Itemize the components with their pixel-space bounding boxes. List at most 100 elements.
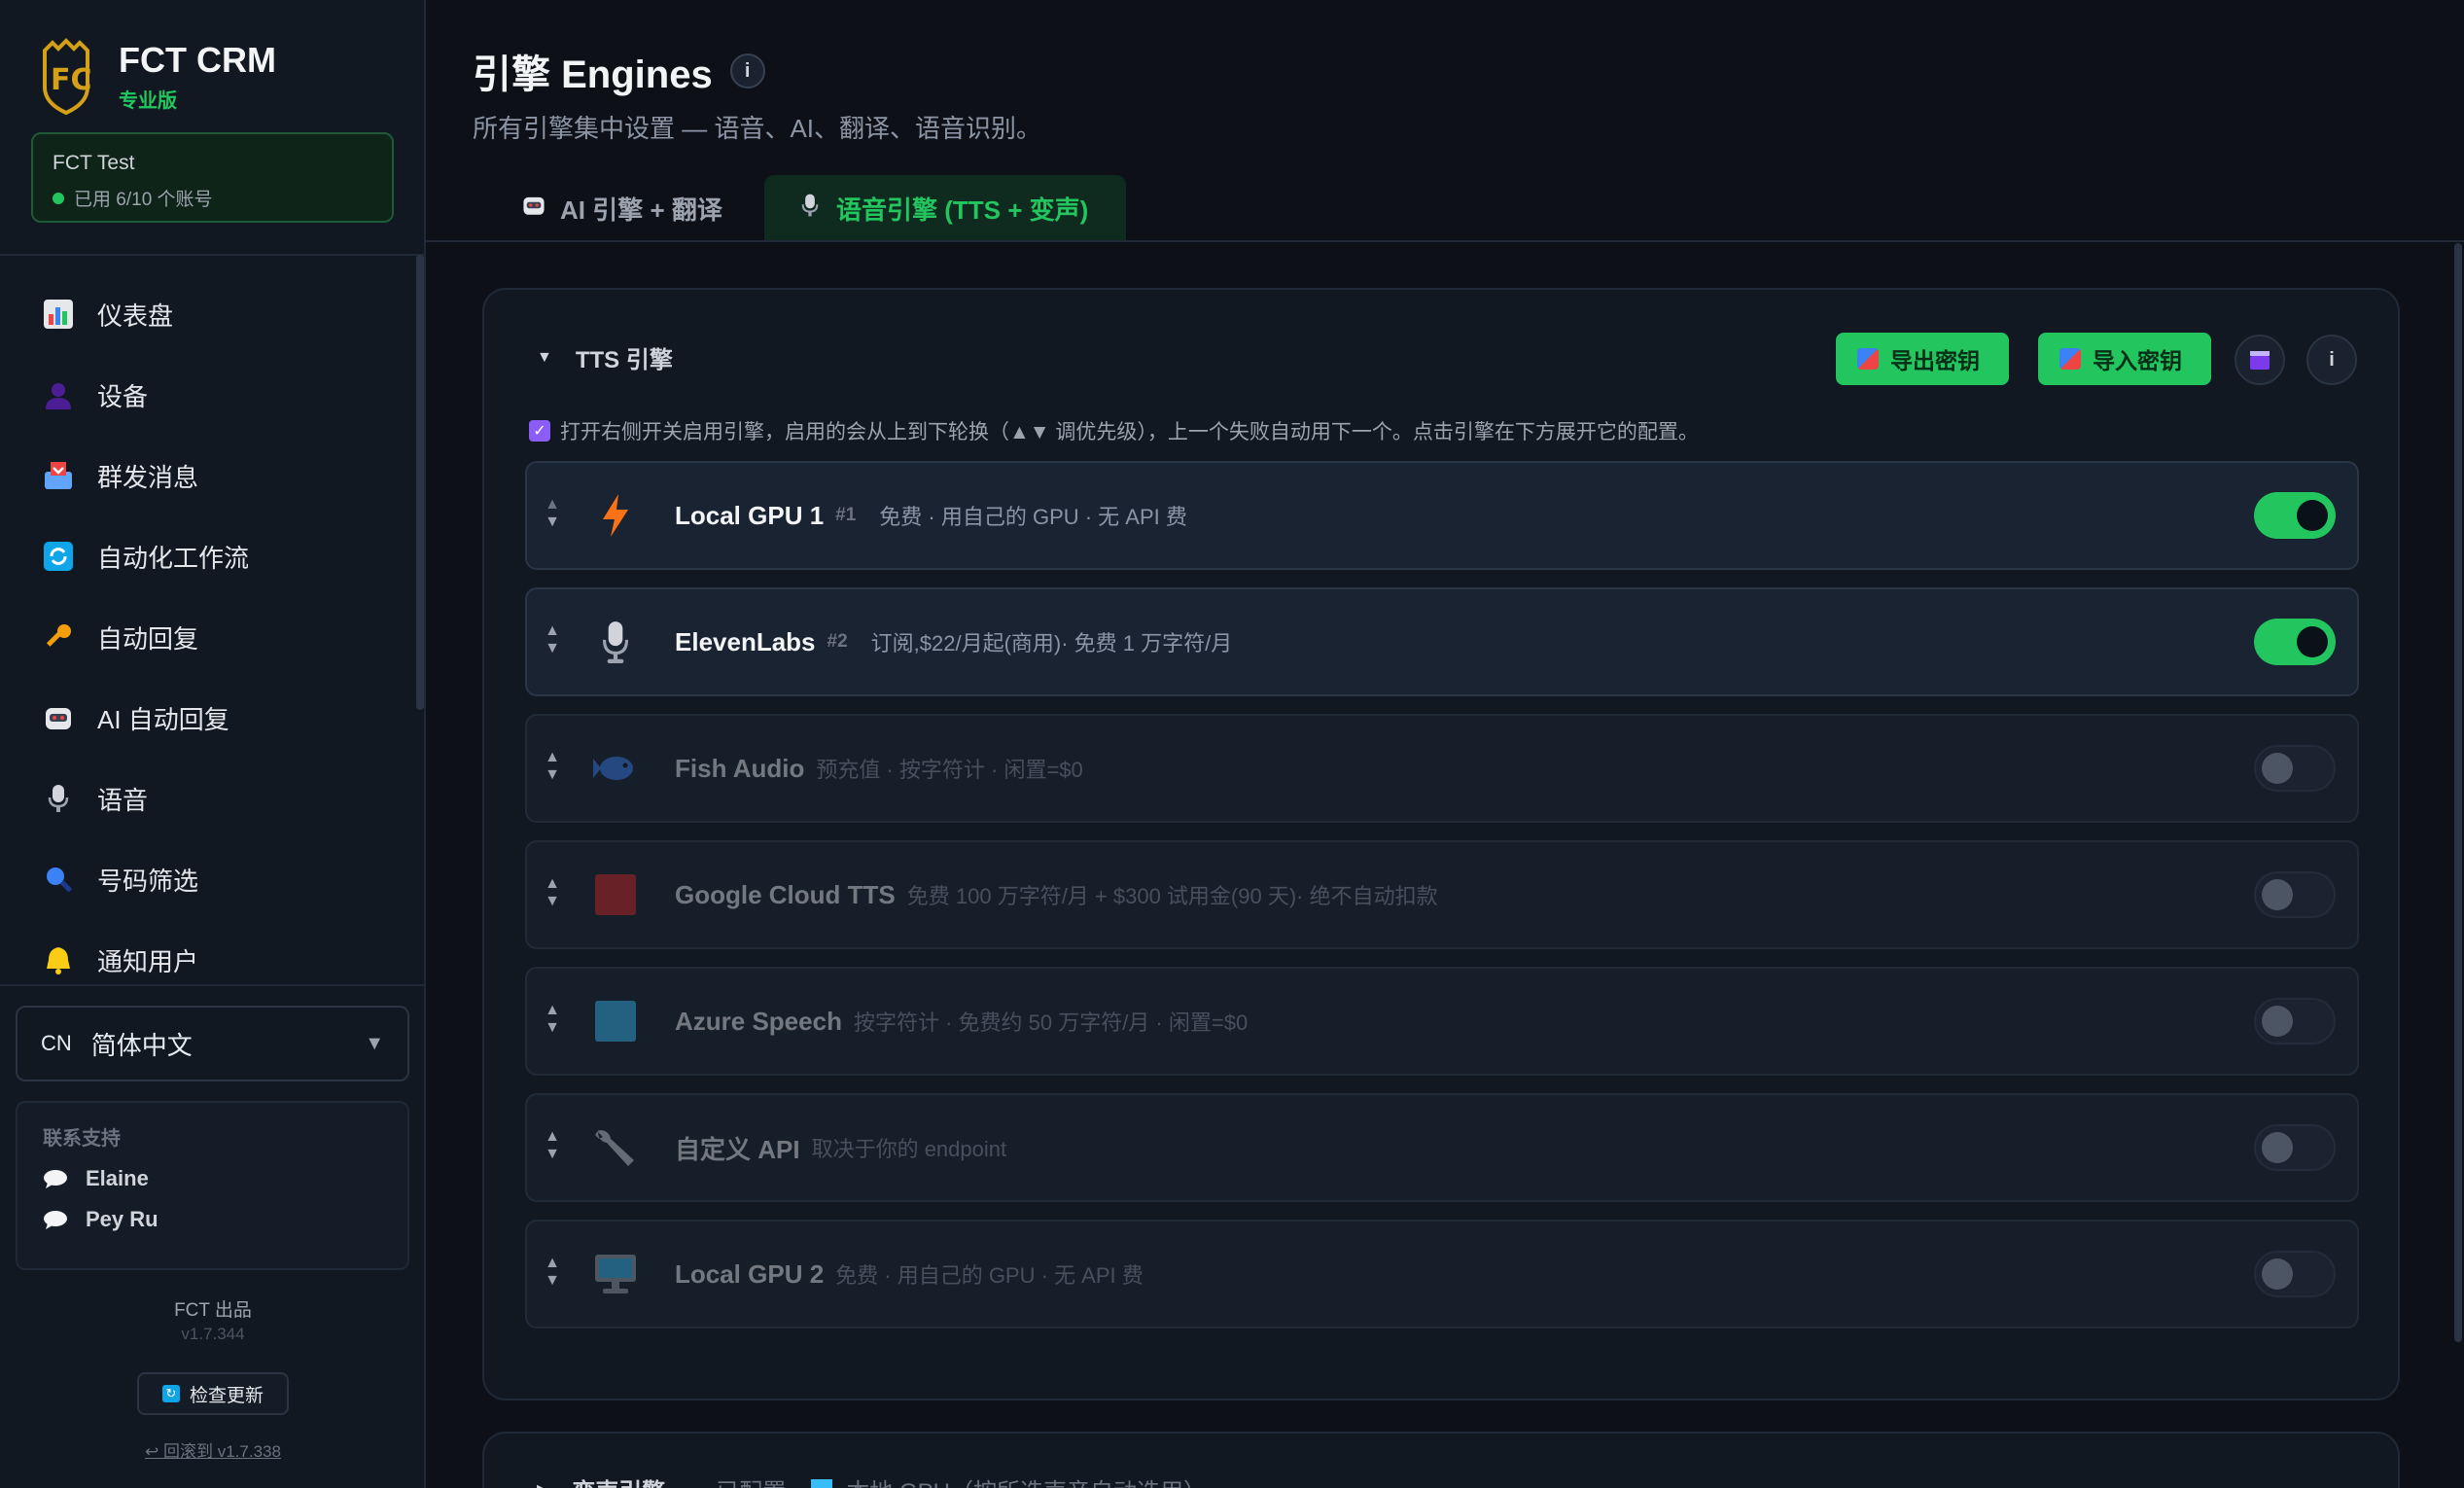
nav-item-devices[interactable]: 设备 [39,371,148,419]
divider [0,984,424,986]
engine-toggle[interactable] [2254,492,2336,539]
engine-row-elevenlabs[interactable]: ▲ ▼ ElevenLabs #2 订阅,$22/月起(商用)· 免费 1 万字符… [525,587,2359,696]
priority-arrows[interactable]: ▲ ▼ [543,1002,562,1037]
arrow-down-icon[interactable]: ▼ [545,1019,560,1037]
chevron-down-icon: ▼ [365,1032,384,1054]
support-contact-name: Pey Ru [86,1207,158,1231]
nav-item-dashboard[interactable]: 仪表盘 [39,290,173,338]
nav-item-number-filter[interactable]: 号码筛选 [39,855,198,903]
info-icon[interactable]: i [729,53,765,89]
brand: FC FCT CRM 专业版 [39,37,276,115]
engine-desc: 免费 · 用自己的 GPU · 无 API 费 [835,1263,1144,1288]
microphone-icon [591,618,640,666]
engine-row-azure-speech[interactable]: ▲ ▼ Azure Speech 按字符计 · 免费约 50 万字符/月 · 闲置… [525,967,2359,1076]
magnifier-icon [39,860,78,899]
engine-row-fish-audio[interactable]: ▲ ▼ Fish Audio 预充值 · 按字符计 · 闲置=$0 [525,714,2359,823]
nav-item-autoreply[interactable]: 自动回复 [39,613,198,661]
voice-changer-title: 变声引擎 [572,1472,665,1488]
chat-bubble-icon [44,1211,67,1229]
tab-ai-engines[interactable]: AI 引擎 + 翻译 [488,175,756,241]
arrow-up-icon[interactable]: ▲ [545,1128,560,1146]
priority-arrows[interactable]: ▲ ▼ [543,1128,562,1163]
svg-text:FC: FC [51,63,92,97]
divider [0,254,424,256]
engine-toggle[interactable] [2254,871,2336,918]
export-icon [1857,348,1879,370]
priority-arrows[interactable]: ▲ ▼ [543,749,562,784]
nav-item-voice[interactable]: 语音 [39,774,148,823]
arrow-down-icon[interactable]: ▼ [545,893,560,910]
shield-logo-icon: FC [43,38,92,115]
engine-toggle[interactable] [2254,745,2336,792]
engine-row-local-gpu-1[interactable]: ▲ ▼ Local GPU 1 #1 免费 · 用自己的 GPU · 无 API … [525,461,2359,570]
arrow-up-icon[interactable]: ▲ [545,496,560,514]
export-keys-label: 导出密钥 [1890,348,1980,373]
caret-right-icon: ▶ [537,1480,548,1488]
engine-row-custom-api[interactable]: ▲ ▼ 自定义 API 取决于你的 endpoint [525,1093,2359,1202]
check-update-button[interactable]: ↻ 检查更新 [137,1372,289,1415]
priority-arrows[interactable]: ▲ ▼ [543,496,562,531]
tts-notice: ✓ 打开右侧开关启用引擎，启用的会从上到下轮换（▲▼ 调优先级），上一个失败自动… [529,416,1699,445]
engine-toggle[interactable] [2254,1251,2336,1297]
support-title: 联系支持 [43,1128,121,1150]
engine-toggle[interactable] [2254,619,2336,665]
account-usage-text: 已用 6/10 个账号 [74,190,213,210]
rollback-link[interactable]: ↩ 回滚到 v1.7.338 [0,1437,426,1462]
tts-section-header[interactable]: ▼ TTS 引擎 [537,340,673,374]
engine-toggle[interactable] [2254,998,2336,1045]
tab-label: AI 引擎 + 翻译 [560,195,722,225]
account-card[interactable]: FCT Test 已用 6/10 个账号 [31,132,394,223]
voice-changer-header[interactable]: ▶ 变声引擎 已配置 本地 GPU（按所选声音自动选用） [537,1472,1207,1488]
engine-name: ElevenLabs [675,626,816,656]
arrow-down-icon[interactable]: ▼ [545,514,560,531]
arrow-down-icon[interactable]: ▼ [545,1146,560,1163]
engine-desc: 按字符计 · 免费约 50 万字符/月 · 闲置=$0 [853,1010,1249,1035]
arrow-up-icon[interactable]: ▲ [545,1255,560,1272]
nav-label: 自动回复 [97,623,199,654]
arrow-up-icon[interactable]: ▲ [545,875,560,893]
priority-arrows[interactable]: ▲ ▼ [543,875,562,910]
engine-rank: #1 [835,505,857,525]
priority-arrows[interactable]: ▲ ▼ [543,1255,562,1290]
arrow-down-icon[interactable]: ▼ [545,766,560,784]
fish-icon [591,744,640,793]
priority-arrows[interactable]: ▲ ▼ [543,622,562,657]
arrow-up-icon[interactable]: ▲ [545,1002,560,1019]
arrow-up-icon[interactable]: ▲ [545,622,560,640]
engine-row-google-cloud-tts[interactable]: ▲ ▼ Google Cloud TTS 免费 100 万字符/月 + $300 … [525,840,2359,949]
support-contact-name: Elaine [86,1166,149,1190]
nav-item-ai-autoreply[interactable]: AI 自动回复 [39,693,229,742]
import-keys-button[interactable]: 导入密钥 [2038,333,2211,385]
engine-toggle[interactable] [2254,1124,2336,1171]
nav-item-notify-users[interactable]: 通知用户 [39,936,198,984]
sidebar-scrollbar[interactable] [416,255,424,710]
page-title: 引擎 Engines i [473,43,765,99]
tts-info-button[interactable]: i [2306,335,2357,385]
tab-voice-engines[interactable]: 语音引擎 (TTS + 变声) [764,175,1126,241]
tab-label: 语音引擎 (TTS + 变声) [836,195,1089,225]
engine-row-local-gpu-2[interactable]: ▲ ▼ Local GPU 2 免费 · 用自己的 GPU · 无 API 费 [525,1220,2359,1329]
engine-desc: 预充值 · 按字符计 · 闲置=$0 [816,758,1083,782]
clapperboard-button[interactable] [2235,335,2285,385]
monitor-icon [591,1250,640,1298]
blue-square-icon [591,997,640,1045]
voice-changer-desc: 本地 GPU（按所选声音自动选用） [846,1472,1207,1488]
main-scrollbar[interactable] [2454,243,2462,1342]
arrow-down-icon[interactable]: ▼ [545,640,560,657]
support-panel: 联系支持 Elaine Pey Ru [16,1101,409,1270]
nav-item-broadcast[interactable]: 群发消息 [39,451,198,500]
nav-label: 号码筛选 [97,866,199,896]
wrench-icon [591,1123,640,1172]
arrow-down-icon[interactable]: ▼ [545,1272,560,1290]
nav-label: 自动化工作流 [97,543,250,573]
language-select[interactable]: CN 简体中文 ▼ [16,1006,409,1081]
support-contact-peyru[interactable]: Pey Ru [43,1207,382,1232]
support-contact-elaine[interactable]: Elaine [43,1166,382,1191]
microphone-icon [797,193,823,225]
tts-notice-text: 打开右侧开关启用引擎，启用的会从上到下轮换（▲▼ 调优先级），上一个失败自动用下… [560,421,1699,443]
nav-item-workflow[interactable]: 自动化工作流 [39,532,249,581]
arrow-up-icon[interactable]: ▲ [545,749,560,766]
account-name: FCT Test [53,152,135,174]
lightning-icon [591,491,640,540]
export-keys-button[interactable]: 导出密钥 [1836,333,2009,385]
